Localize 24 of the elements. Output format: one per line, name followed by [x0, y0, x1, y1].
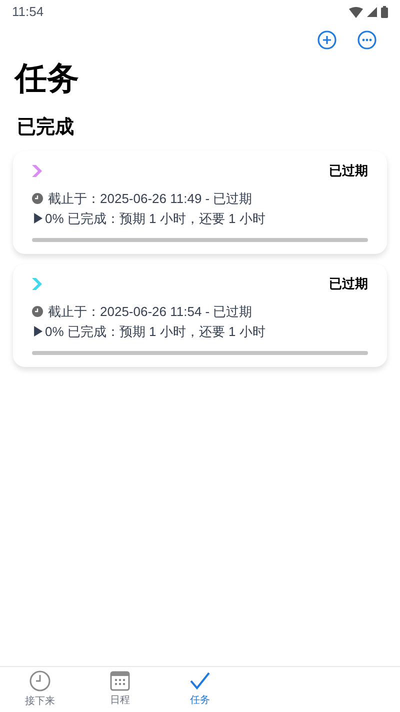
- check-icon: [189, 671, 211, 691]
- clock-icon: [32, 306, 43, 317]
- task-card[interactable]: 已过期 截止于：2025-06-26 11:54 - 已过期 ▶0% 已完成：预期 1 小时，还要 1 小时: [13, 264, 387, 366]
- tab[interactable]: 任务: [160, 667, 240, 712]
- tab[interactable]: 接下来: [0, 667, 80, 712]
- clock-icon: [32, 193, 43, 204]
- calendar-icon: [110, 671, 130, 691]
- due-text: 截止于：2025-06-26 11:54 - 已过期: [48, 302, 252, 320]
- wifi-icon: [349, 6, 363, 18]
- progress-text: ▶0% 已完成：预期 1 小时，还要 1 小时: [32, 210, 266, 228]
- more-icon[interactable]: [357, 30, 377, 50]
- status-label: 已过期: [329, 274, 368, 293]
- progress-text: ▶0% 已完成：预期 1 小时，还要 1 小时: [32, 322, 266, 340]
- task-card[interactable]: 已过期 截止于：2025-06-26 11:49 - 已过期 ▶0% 已完成：预期 1 小时，还要 1 小时: [13, 150, 387, 254]
- status-label: 已过期: [329, 162, 368, 180]
- clock-icon: [29, 670, 51, 692]
- status-time: 11:54: [12, 3, 44, 22]
- battery-icon: [381, 6, 388, 18]
- tab[interactable]: 日程: [80, 667, 160, 712]
- section-heading: 已完成: [16, 116, 75, 140]
- due-text: 截止于：2025-06-26 11:49 - 已过期: [48, 190, 252, 208]
- add-icon[interactable]: [317, 30, 337, 50]
- signal-icon: [367, 7, 377, 17]
- page-title: 任务: [13, 59, 80, 98]
